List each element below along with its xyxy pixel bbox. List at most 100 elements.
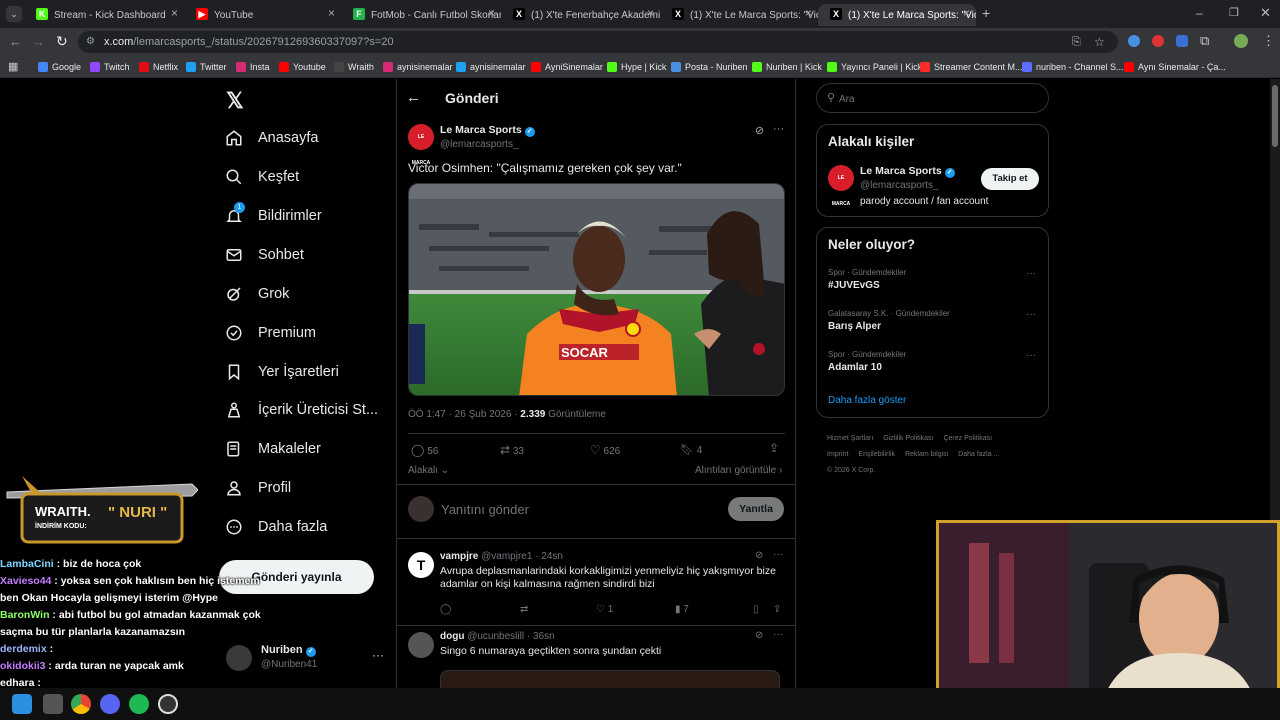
share-icon[interactable]: ⇪ xyxy=(773,604,781,615)
bookmark-action[interactable]: 🔖︎ 4 xyxy=(680,443,702,456)
maximize-icon[interactable]: ❐ xyxy=(1229,6,1239,19)
tab-close-icon[interactable]: × xyxy=(805,6,812,20)
footer-link[interactable]: Hizmet Şartları xyxy=(827,435,873,442)
browser-tab[interactable]: K Stream - Kick Dashboard × xyxy=(24,4,184,26)
browser-tab[interactable]: F FotMob - Canlı Futbol Skorları × xyxy=(341,4,501,26)
nav-more[interactable]: Daha fazla xyxy=(224,510,327,544)
grok-explain-icon[interactable]: ⊘ xyxy=(755,630,763,641)
nav-explore[interactable]: Keşfet xyxy=(224,160,299,194)
reply-avatar[interactable] xyxy=(408,632,434,658)
reload-icon[interactable]: ↻ xyxy=(56,33,68,50)
trend-more-icon[interactable]: ··· xyxy=(1026,350,1036,361)
windows-start-icon[interactable] xyxy=(12,694,32,714)
browser-tab[interactable]: X (1) X'te Le Marca Sports: "Victo...× xyxy=(660,4,818,26)
post-more-icon[interactable]: ··· xyxy=(773,123,784,135)
follow-button[interactable]: Takip et xyxy=(981,168,1039,190)
chrome-icon[interactable] xyxy=(71,694,91,714)
share-icon[interactable]: ⇪ xyxy=(769,441,779,455)
nav-grok[interactable]: Grok xyxy=(224,277,289,311)
view-quotes-link[interactable]: Alıntıları görüntüle › xyxy=(695,465,782,476)
address-bar[interactable]: ⚙ x.com/lemarcasports_/status/2026791269… xyxy=(78,31,1118,53)
nav-creator-studio[interactable]: İçerik Üreticisi St... xyxy=(224,393,378,427)
bookmark-icon[interactable]: ▯ xyxy=(753,604,759,615)
related-name[interactable]: Le Marca Sports xyxy=(860,165,942,177)
reply-action[interactable]: ◯ 56 xyxy=(411,443,438,457)
tab-close-icon[interactable]: × xyxy=(647,6,654,20)
search-input[interactable] xyxy=(839,90,1029,108)
repost-icon[interactable]: ⇄ xyxy=(520,604,528,615)
bookmark-item[interactable]: Hype | Kick xyxy=(607,59,666,75)
reply-submit-button[interactable]: Yanıtla xyxy=(728,497,784,521)
footer-link[interactable]: Daha fazla ... xyxy=(958,451,999,458)
extensions-puzzle-icon[interactable]: ⧉ xyxy=(1200,33,1209,49)
tab-close-icon[interactable]: × xyxy=(488,6,495,20)
views-action[interactable]: ▮ 7 xyxy=(675,604,689,615)
back-icon[interactable]: ← xyxy=(9,34,22,49)
reply-input[interactable] xyxy=(441,499,711,519)
obs-icon[interactable] xyxy=(158,694,178,714)
taskbar-app-icon[interactable] xyxy=(43,694,63,714)
grok-explain-icon[interactable]: ⊘ xyxy=(755,550,763,561)
menu-kebab-icon[interactable]: ⋮ xyxy=(1262,33,1275,49)
bookmark-item[interactable]: Wraith xyxy=(334,59,374,75)
reply-more-icon[interactable]: ··· xyxy=(773,629,783,640)
browser-tab[interactable]: X (1) X'te Le Marca Sports: "Victo...× xyxy=(818,4,976,26)
minimize-icon[interactable]: – xyxy=(1196,6,1203,20)
bookmark-item[interactable]: Nuriben | Kick xyxy=(752,59,822,75)
trend-item[interactable]: Galatasaray S.K. · Gündemdekiler Barış Al… xyxy=(828,309,1040,341)
tab-close-icon[interactable]: × xyxy=(328,6,335,20)
reply-icon[interactable]: ◯ xyxy=(440,604,451,615)
bookmark-item[interactable]: aynisinemalar xyxy=(383,59,453,75)
reply-author-name[interactable]: vampjre xyxy=(440,551,478,562)
repost-action[interactable]: ⇄ 33 xyxy=(500,443,524,457)
post-author-avatar[interactable]: LE MARCA xyxy=(408,124,434,166)
nav-premium[interactable]: Premium xyxy=(224,316,316,350)
extension-icon[interactable] xyxy=(1152,35,1164,47)
nav-bookmarks[interactable]: Yer İşaretleri xyxy=(224,355,339,389)
related-avatar[interactable]: LE MARCA xyxy=(828,165,854,207)
extension-icon[interactable] xyxy=(1128,35,1140,47)
footer-link[interactable]: Gizlilik Politikası xyxy=(883,435,933,442)
tab-close-icon[interactable]: × xyxy=(963,6,970,20)
footer-link[interactable]: Çerez Politikası xyxy=(943,435,992,442)
like-action[interactable]: ♡ 1 xyxy=(596,604,613,615)
trend-item[interactable]: Spor · Gündemdekiler #JUVEvGS ··· xyxy=(828,268,1040,300)
show-more-link[interactable]: Daha fazla göster xyxy=(828,395,906,406)
nav-profile[interactable]: Profil xyxy=(224,471,291,505)
site-info-icon[interactable]: ⚙ xyxy=(86,31,95,53)
apps-grid-icon[interactable]: ▦ xyxy=(8,60,18,73)
bookmark-item[interactable]: Yayıncı Paneli | Kick xyxy=(827,59,922,75)
trend-more-icon[interactable]: ··· xyxy=(1026,268,1036,279)
nav-chat[interactable]: Sohbet xyxy=(224,238,304,272)
like-action[interactable]: ♡ 626 xyxy=(590,443,620,457)
trend-item[interactable]: Spor · Gündemdekiler Adamlar 10 ··· xyxy=(828,350,1040,382)
footer-link[interactable]: Erişilebilirlik xyxy=(858,451,895,458)
discord-icon[interactable] xyxy=(100,694,120,714)
footer-link[interactable]: Reklam bilgisi xyxy=(905,451,948,458)
profile-avatar-icon[interactable] xyxy=(1234,34,1248,48)
trend-more-icon[interactable]: ··· xyxy=(1026,309,1036,320)
install-icon[interactable]: ⎘ xyxy=(1072,31,1081,53)
new-tab-button[interactable]: + xyxy=(982,5,990,21)
spotify-icon[interactable] xyxy=(129,694,149,714)
bookmark-item[interactable]: Netflix xyxy=(139,59,178,75)
tab-search-icon[interactable]: ⌄ xyxy=(6,6,22,22)
bookmark-item[interactable]: Google xyxy=(38,59,81,75)
grok-explain-icon[interactable]: ⊘ xyxy=(755,124,764,137)
close-window-icon[interactable]: ✕ xyxy=(1260,5,1271,21)
reply-more-icon[interactable]: ··· xyxy=(773,549,783,560)
bookmark-item[interactable]: Twitch xyxy=(90,59,130,75)
reply-author-name[interactable]: dogu xyxy=(440,631,464,642)
x-logo-icon[interactable]: 𝕏 xyxy=(226,88,244,114)
reply-avatar[interactable]: T xyxy=(408,552,434,578)
nav-articles[interactable]: Makaleler xyxy=(224,432,321,466)
post-author-handle[interactable]: @lemarcasports_ xyxy=(440,139,519,150)
bookmark-item[interactable]: Insta xyxy=(236,59,270,75)
bookmark-item[interactable]: Streamer Content M... xyxy=(920,59,1023,75)
search-bar[interactable]: ⚲ xyxy=(816,83,1049,113)
bookmark-item[interactable]: Youtube xyxy=(279,59,326,75)
bookmark-item[interactable]: aynisinemalar xyxy=(456,59,526,75)
footer-link[interactable]: Imprint xyxy=(827,451,848,458)
sort-relevance-dropdown[interactable]: Alakalı ⌄ xyxy=(408,465,449,476)
bookmark-item[interactable]: AyniSinemalar xyxy=(531,59,603,75)
